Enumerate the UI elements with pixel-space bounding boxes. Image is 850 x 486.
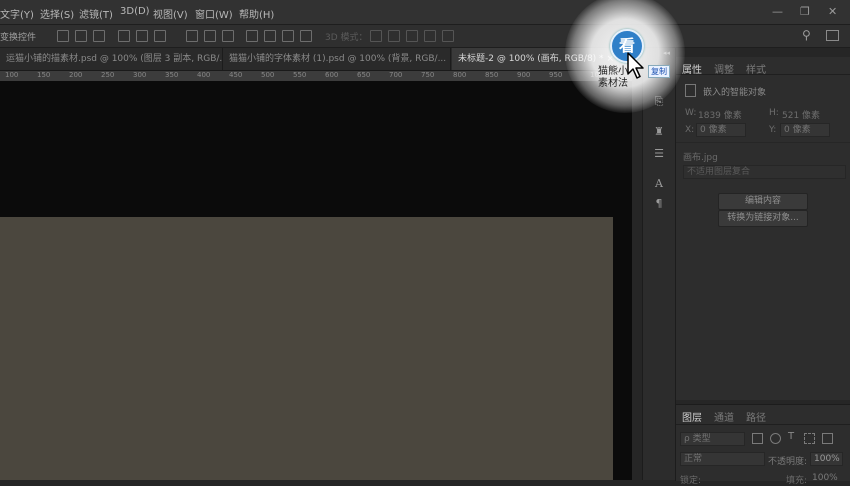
search-icon[interactable]: ⚲ (802, 28, 811, 42)
align-left-icon[interactable] (118, 30, 130, 42)
3d-rotate-icon[interactable] (370, 30, 382, 42)
transform-controls-label[interactable]: 变换控件 (0, 30, 36, 43)
filter-pixel-icon[interactable] (752, 433, 763, 444)
document-canvas[interactable] (0, 217, 613, 480)
distribute-left-icon[interactable] (246, 30, 258, 42)
filter-type-icon[interactable]: T (788, 431, 794, 442)
tab-layers[interactable]: 图层 (682, 409, 702, 424)
smart-object-title: 嵌入的智能对象 (703, 88, 767, 98)
3d-roll-icon[interactable] (388, 30, 400, 42)
y-label: Y: (769, 125, 777, 135)
3d-pan-icon[interactable] (406, 30, 418, 42)
workspace-icon[interactable] (826, 30, 839, 41)
opacity-label: 不透明度: (768, 457, 808, 467)
3d-mode-label: 3D 模式： (325, 33, 368, 43)
copy-badge: 复制 (648, 65, 670, 78)
edit-contents-button[interactable]: 编辑内容 (718, 193, 808, 210)
align-vcenter-icon[interactable] (75, 30, 87, 42)
3d-slide-icon[interactable] (424, 30, 436, 42)
fill-value[interactable]: 100% (812, 473, 838, 483)
brush-icon[interactable]: ♜ (653, 126, 665, 138)
menu-3d[interactable]: 3D(D) (120, 6, 150, 17)
menu-select[interactable]: 选择(S) (40, 6, 74, 21)
filter-adjustment-icon[interactable] (770, 433, 781, 444)
distribute-top-icon[interactable] (186, 30, 198, 42)
divider (676, 74, 850, 75)
layer-filter-select[interactable]: ρ 类型 (680, 432, 745, 446)
auto-align-icon[interactable] (300, 30, 312, 42)
x-label: X: (685, 125, 695, 135)
h-value[interactable]: 521 像素 (782, 108, 820, 121)
align-hcenter-icon[interactable] (136, 30, 148, 42)
blend-mode-select[interactable]: 正常 (680, 452, 765, 466)
mouse-cursor-icon (627, 52, 644, 79)
layer-comp-select[interactable]: 不适用图层复合 (683, 165, 846, 179)
menu-filter[interactable]: 滤镜(T) (79, 6, 113, 21)
adjust-sliders-icon[interactable]: ☰ (653, 148, 665, 160)
x-field[interactable]: 0 像素 (696, 123, 746, 137)
align-right-icon[interactable] (154, 30, 166, 42)
opacity-field[interactable]: 100% (810, 452, 843, 466)
smart-object-icon (685, 84, 696, 97)
3d-scale-icon[interactable] (442, 30, 454, 42)
y-field[interactable]: 0 像素 (780, 123, 830, 137)
w-label: W: (685, 108, 697, 118)
filter-smart-object-icon[interactable] (822, 433, 833, 444)
close-button[interactable]: ✕ (828, 5, 837, 18)
tab-channels[interactable]: 通道 (714, 409, 734, 424)
distribute-vcenter-icon[interactable] (204, 30, 216, 42)
smart-object-filename: 画布.jpg (683, 153, 718, 163)
w-value[interactable]: 1839 像素 (698, 108, 742, 121)
tab-paths[interactable]: 路径 (746, 409, 766, 424)
menu-window[interactable]: 窗口(W) (195, 6, 233, 21)
distribute-right-icon[interactable] (282, 30, 294, 42)
tab-material-psd[interactable]: 运猫小铺的描素材.psd @ 100% (图层 3 副本, RGB/... (0, 48, 223, 70)
convert-to-linked-button[interactable]: 转换为链接对象... (718, 210, 808, 227)
properties-panel: 属性 调整 样式 嵌入的智能对象 W: 1839 像素 H: 521 像素 X:… (675, 57, 850, 400)
menu-help[interactable]: 帮助(H) (239, 6, 274, 21)
tab-font-psd[interactable]: 猫猫小铺的字体素材 (1).psd @ 100% (背景, RGB/... (223, 48, 451, 70)
restore-button[interactable]: ❐ (800, 5, 810, 18)
align-bottom-icon[interactable] (93, 30, 105, 42)
character-icon[interactable]: A (653, 178, 665, 190)
options-bar: 变换控件 3D 模式： ⚲ (0, 25, 850, 48)
distribute-bottom-icon[interactable] (222, 30, 234, 42)
layers-panel: 图层 通道 路径 ρ 类型 T 正常 不透明度: 100% 锁定: 填充: 10… (675, 404, 850, 486)
minimize-button[interactable]: — (772, 5, 783, 18)
menu-bar: 文字(Y) 选择(S) 滤镜(T) 3D(D) 视图(V) 窗口(W) 帮助(H… (0, 0, 850, 25)
divider (676, 424, 850, 425)
align-top-icon[interactable] (57, 30, 69, 42)
h-label: H: (769, 108, 779, 118)
filter-shape-icon[interactable] (804, 433, 815, 444)
distribute-hcenter-icon[interactable] (264, 30, 276, 42)
panel-icon-strip: ◂◂ ⎘ ♜ ☰ A ¶ (642, 48, 676, 480)
menu-type[interactable]: 文字(Y) (0, 6, 34, 21)
paragraph-icon[interactable]: ¶ (653, 198, 665, 210)
watermark-text: 猫熊小 素材法 (598, 66, 628, 89)
menu-view[interactable]: 视图(V) (153, 6, 188, 21)
document-tabs: 运猫小铺的描素材.psd @ 100% (图层 3 副本, RGB/... 猫猫… (0, 48, 640, 71)
divider (676, 142, 850, 143)
